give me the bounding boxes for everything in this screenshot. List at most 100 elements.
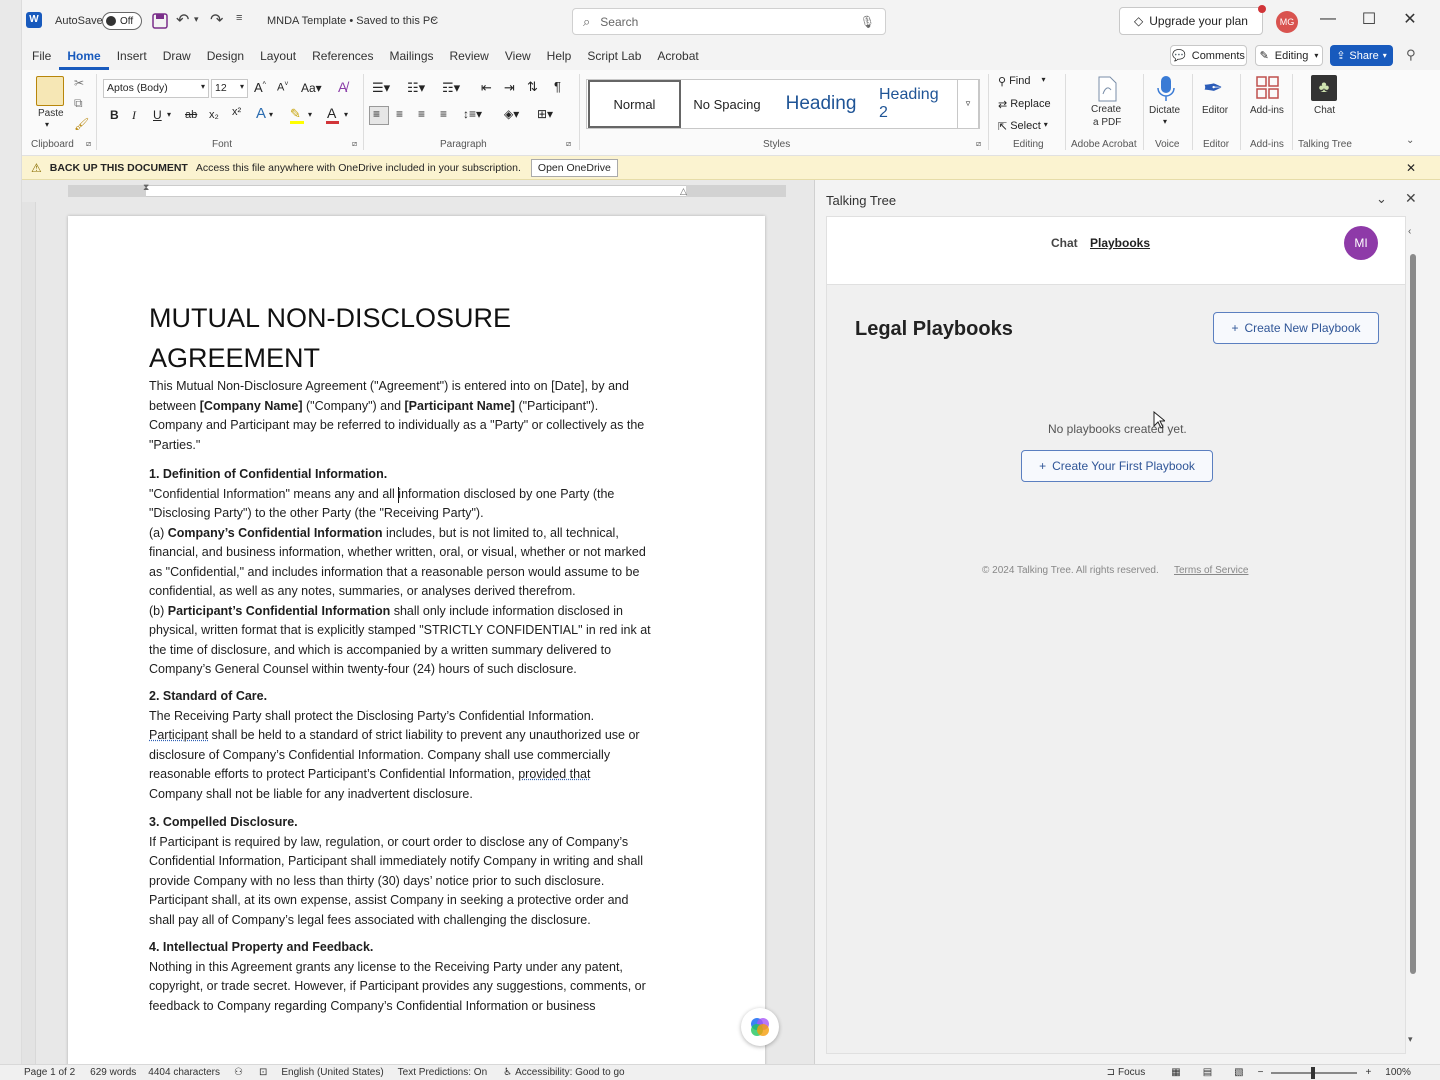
terms-of-service-link[interactable]: Terms of Service <box>1174 565 1248 576</box>
subscript-icon[interactable]: x₂ <box>209 109 219 121</box>
maximize-icon[interactable]: ☐ <box>1349 9 1389 29</box>
pin-icon[interactable]: ⚲ <box>1406 47 1416 63</box>
focus-mode[interactable]: Focus <box>1118 1067 1145 1078</box>
scroll-down-icon[interactable]: ▾ <box>1408 1034 1413 1045</box>
borders-icon[interactable]: ⊞▾ <box>537 107 553 121</box>
paste-button[interactable]: Paste <box>38 108 64 119</box>
show-marks-icon[interactable]: ¶ <box>554 79 561 94</box>
customize-toolbar-icon[interactable]: ≡ <box>236 12 242 24</box>
microphone-icon[interactable] <box>1156 75 1176 103</box>
tab-mailings[interactable]: Mailings <box>381 44 441 70</box>
comments-button[interactable]: 💬 Comments <box>1170 45 1247 66</box>
clear-formatting-icon[interactable]: A̸ <box>338 79 347 95</box>
style-heading[interactable]: Heading <box>773 80 869 128</box>
collapse-ribbon-icon[interactable]: ⌄ <box>1406 135 1414 146</box>
open-onedrive-button[interactable]: Open OneDrive <box>530 158 618 177</box>
web-layout-icon[interactable]: ▧ <box>1234 1067 1243 1078</box>
macro-icon[interactable]: ⊡ <box>259 1067 267 1078</box>
redo-icon[interactable]: ↷ <box>210 10 223 30</box>
title-chevron-icon[interactable]: ⌄ <box>430 13 438 24</box>
tab-file[interactable]: File <box>24 44 59 70</box>
scrollbar-thumb[interactable] <box>1410 254 1416 974</box>
create-pdf-icon[interactable] <box>1096 76 1118 102</box>
user-avatar[interactable]: MG <box>1276 11 1298 33</box>
font-size-select[interactable]: 12 ▾ <box>211 79 248 98</box>
pane-scrollbar[interactable]: ‹ ▾ <box>1407 226 1419 1052</box>
section-4[interactable]: 4. Intellectual Property and Feedback. N… <box>149 938 689 1016</box>
chevron-down-icon[interactable]: ▾ <box>167 110 171 119</box>
find-button[interactable]: ⚲ Find ▾ <box>998 75 1045 88</box>
horizontal-ruler[interactable]: ⧗ △ <box>22 180 814 202</box>
tab-references[interactable]: References <box>304 44 381 70</box>
section-1[interactable]: 1. Definition of Confidential Informatio… <box>149 465 689 680</box>
section-2[interactable]: 2. Standard of Care. The Receiving Party… <box>149 687 689 804</box>
select-button[interactable]: ⇱ Select ▾ <box>998 120 1048 133</box>
bold-button[interactable]: B <box>110 108 119 122</box>
justify-icon[interactable]: ≡ <box>440 107 447 121</box>
editor-button[interactable]: Editor <box>1202 105 1228 116</box>
font-color-icon[interactable]: A <box>327 105 336 121</box>
replace-button[interactable]: ⇄ Replace <box>998 98 1051 111</box>
strikethrough-icon[interactable]: ab <box>185 109 197 121</box>
document-title[interactable]: MUTUAL NON-DISCLOSURE AGREEMENT <box>149 298 689 378</box>
superscript-icon[interactable]: x² <box>232 106 241 118</box>
increase-indent-icon[interactable]: ⇥ <box>504 80 515 96</box>
align-center-icon[interactable]: ≡ <box>396 107 403 121</box>
copy-icon[interactable]: ⧉ <box>74 96 83 111</box>
microphone-icon[interactable]: 🎙 <box>860 15 875 29</box>
close-window-icon[interactable]: ✕ <box>1390 9 1430 29</box>
cut-icon[interactable]: ✂ <box>74 76 84 90</box>
tab-chat[interactable]: Chat <box>1051 236 1078 250</box>
style-heading-2[interactable]: Heading 2 <box>869 80 961 128</box>
text-effects-icon[interactable]: A <box>256 105 266 122</box>
save-icon[interactable] <box>152 13 168 29</box>
zoom-out-icon[interactable]: − <box>1258 1067 1264 1078</box>
zoom-slider-thumb[interactable] <box>1311 1066 1316 1079</box>
style-no-spacing[interactable]: No Spacing <box>681 80 773 128</box>
tab-view[interactable]: View <box>497 44 539 70</box>
tab-playbooks[interactable]: Playbooks <box>1090 236 1150 250</box>
tab-design[interactable]: Design <box>199 44 252 70</box>
add-ins-button[interactable]: Add-ins <box>1250 105 1284 116</box>
zoom-in-icon[interactable]: + <box>1365 1067 1371 1078</box>
tab-acrobat[interactable]: Acrobat <box>649 44 706 70</box>
accessibility-status[interactable]: Accessibility: Good to go <box>515 1067 625 1078</box>
document-title[interactable]: MNDA Template • Saved to this PC <box>267 15 438 27</box>
align-right-icon[interactable]: ≡ <box>418 107 425 121</box>
chevron-down-icon[interactable]: ▾ <box>308 110 312 119</box>
tab-insert[interactable]: Insert <box>109 44 155 70</box>
document-page[interactable]: MUTUAL NON-DISCLOSURE AGREEMENT This Mut… <box>68 216 765 1076</box>
tab-draw[interactable]: Draw <box>155 44 199 70</box>
undo-icon[interactable]: ↶ <box>176 10 189 30</box>
right-indent-marker[interactable]: △ <box>680 186 687 197</box>
decrease-indent-icon[interactable]: ⇤ <box>481 80 492 96</box>
add-ins-icon[interactable] <box>1256 76 1280 100</box>
dialog-launcher-icon[interactable]: ⧄ <box>976 139 981 149</box>
tab-script-lab[interactable]: Script Lab <box>579 44 649 70</box>
page-count[interactable]: Page 1 of 2 <box>24 1067 75 1078</box>
chevron-down-icon[interactable]: ▾ <box>45 120 49 129</box>
close-pane-icon[interactable]: ✕ <box>1405 190 1417 207</box>
multilevel-list-icon[interactable]: ☶▾ <box>442 80 460 96</box>
text-predictions[interactable]: Text Predictions: On <box>398 1067 487 1078</box>
section-3[interactable]: 3. Compelled Disclosure. If Participant … <box>149 813 689 930</box>
share-button[interactable]: ⇪ Share ▾ <box>1330 45 1393 66</box>
styles-expand-button[interactable]: ▿ <box>957 79 979 129</box>
chevron-down-icon[interactable]: ▾ <box>269 110 273 119</box>
search-box[interactable]: ⌕ Search 🎙 <box>572 8 886 35</box>
talking-tree-icon[interactable]: ♣ <box>1311 75 1337 101</box>
underline-button[interactable]: U <box>153 108 162 122</box>
proofing-icon[interactable]: ⚇ <box>234 1067 243 1078</box>
copilot-button[interactable] <box>741 1008 779 1046</box>
zoom-level[interactable]: 100% <box>1385 1067 1411 1078</box>
format-painter-icon[interactable]: 🖌 <box>74 117 89 131</box>
autosave-toggle[interactable]: Off <box>102 12 142 30</box>
highlight-icon[interactable]: ✎ <box>290 106 301 122</box>
create-first-playbook-button[interactable]: + Create Your First Playbook <box>1021 450 1213 482</box>
pane-options-icon[interactable]: ⌄ <box>1376 191 1387 207</box>
create-pdf-label-2[interactable]: a PDF <box>1093 117 1121 128</box>
word-count[interactable]: 629 words <box>90 1067 136 1078</box>
bullets-icon[interactable]: ☰▾ <box>372 80 390 96</box>
editing-mode-button[interactable]: ✎ Editing ▾ <box>1255 45 1323 66</box>
dialog-launcher-icon[interactable]: ⧄ <box>566 139 571 149</box>
